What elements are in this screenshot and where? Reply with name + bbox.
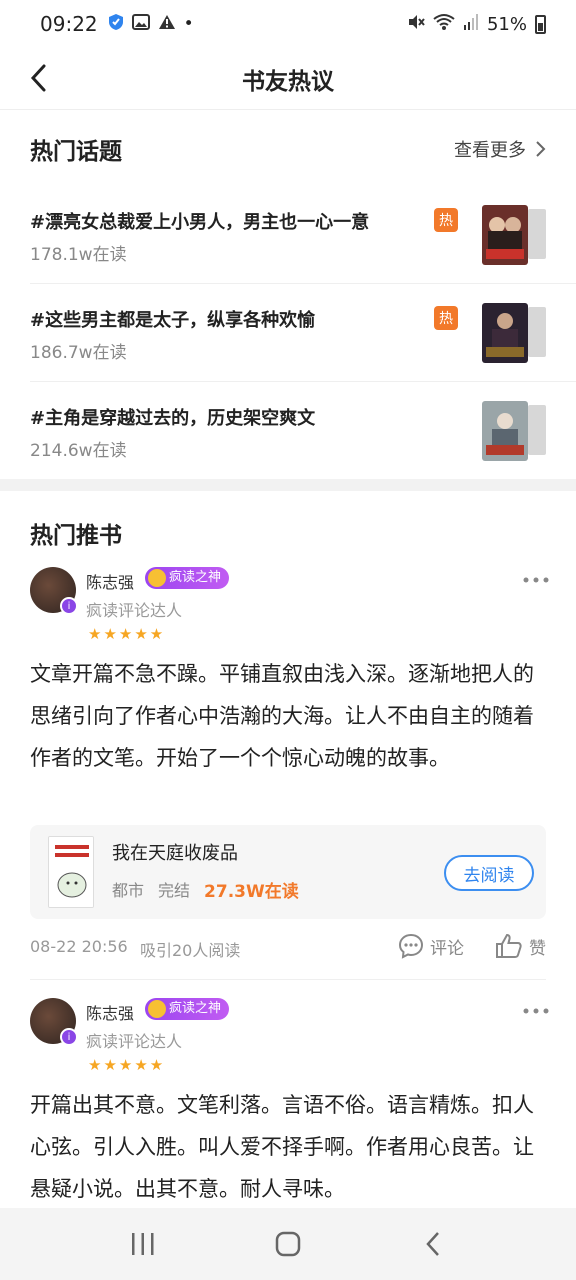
like-label: 赞: [529, 938, 546, 959]
topic-item[interactable]: #漂亮女总裁爱上小男人，男主也一心一意 178.1w在读 热: [30, 196, 546, 294]
topic-title: #漂亮女总裁爱上小男人，男主也一心一意: [30, 212, 370, 233]
review-card: i 陈志强 疯读之神 疯读评论达人 ★★★★★ 开篇出其不意。文笔利落。言语不俗…: [30, 998, 549, 1208]
book-cover: [482, 205, 528, 265]
book-card[interactable]: 我在天庭收废品 都市 完结 27.3W在读 去阅读: [30, 825, 546, 919]
battery-icon: [535, 14, 546, 34]
topic-title: #主角是穿越过去的，历史架空爽文: [30, 408, 316, 429]
topic-book-covers: [482, 205, 546, 265]
hot-topics-title: 热门话题: [30, 139, 122, 165]
verified-icon: i: [60, 597, 78, 615]
book-title: 我在天庭收废品: [112, 843, 238, 864]
signal-icon: [463, 13, 479, 36]
system-nav-bar: [0, 1208, 576, 1280]
topic-reads: 178.1w在读: [30, 245, 127, 265]
mute-icon: [407, 13, 425, 36]
divider: [30, 979, 546, 980]
level-badge: 疯读之神: [145, 567, 230, 589]
level-badge: 疯读之神: [145, 998, 230, 1020]
system-back-button[interactable]: [403, 1224, 463, 1264]
topic-reads: 214.6w在读: [30, 441, 127, 461]
book-reads: 27.3W在读: [204, 882, 299, 902]
review-text: 开篇出其不意。文笔利落。言语不俗。语言精炼。扣人心弦。引人入胜。叫人爱不择手啊。…: [30, 1093, 534, 1201]
book-status: 完结: [158, 881, 191, 900]
avatar[interactable]: i: [30, 998, 78, 1046]
like-button[interactable]: 赞: [495, 933, 546, 959]
review-text: 文章开篇不急不躁。平铺直叙由浅入深。逐渐地把人的思绪引向了作者心中浩瀚的大海。让…: [30, 662, 534, 770]
topic-book-covers: [482, 401, 546, 461]
topic-title: #这些男主都是太子，纵享各种欢愉: [30, 310, 316, 331]
medal-icon: [148, 569, 166, 587]
thumbs-up-icon: [496, 933, 522, 958]
reviewer-name[interactable]: 陈志强: [86, 1000, 134, 1024]
see-more-label: 查看更多: [454, 140, 526, 161]
reviewer-subtitle: 疯读评论达人: [86, 601, 183, 620]
hot-badge: 热: [434, 208, 458, 232]
see-more-button[interactable]: 查看更多: [454, 136, 546, 162]
nav-bar: 书友热议: [0, 48, 576, 110]
warning-icon: [158, 14, 176, 35]
comment-label: 评论: [430, 938, 464, 959]
topic-item[interactable]: #主角是穿越过去的，历史架空爽文 214.6w在读: [30, 392, 546, 490]
hot-books-title: 热门推书: [30, 523, 122, 549]
book-cover: [482, 401, 528, 461]
section-separator: [0, 479, 576, 491]
image-icon: [131, 13, 150, 35]
page-title: 书友热议: [242, 68, 334, 95]
book-cover-back: [528, 405, 546, 455]
book-cover-back: [528, 209, 546, 259]
book-cover-back: [528, 307, 546, 357]
topic-book-covers: [482, 303, 546, 363]
more-options-button[interactable]: [522, 1002, 550, 1014]
hot-books-header: 热门推书: [30, 516, 546, 550]
reviewer-subtitle: 疯读评论达人: [86, 1032, 183, 1051]
dot-icon: •: [183, 14, 194, 34]
topic-item[interactable]: #这些男主都是太子，纵享各种欢愉 186.7w在读 热: [30, 294, 546, 392]
chevron-right-icon: [536, 141, 546, 157]
book-genre: 都市: [112, 881, 145, 900]
rating-stars: ★★★★★: [88, 625, 166, 643]
read-button[interactable]: 去阅读: [444, 855, 534, 891]
divider: [30, 283, 576, 284]
book-meta: 都市 完结 27.3W在读: [112, 877, 299, 902]
ellipsis-icon: [523, 577, 549, 583]
recent-apps-button[interactable]: [113, 1224, 173, 1264]
comment-button[interactable]: 评论: [398, 933, 464, 959]
status-bar: 09:22 • 51%: [0, 0, 576, 48]
hot-badge: 热: [434, 306, 458, 330]
book-cover: [48, 836, 94, 908]
status-time: 09:22: [40, 12, 98, 36]
attracted-readers: 吸引20人阅读: [140, 941, 241, 960]
home-icon: [275, 1231, 301, 1257]
avatar[interactable]: i: [30, 567, 78, 615]
comment-icon: [398, 933, 424, 959]
book-cover: [482, 303, 528, 363]
medal-icon: [148, 1000, 166, 1018]
divider: [30, 381, 576, 382]
verified-icon: i: [60, 1028, 78, 1046]
rating-stars: ★★★★★: [88, 1056, 166, 1074]
level-label: 疯读之神: [169, 1001, 222, 1016]
topic-reads: 186.7w在读: [30, 343, 127, 363]
reviewer-name[interactable]: 陈志强: [86, 569, 134, 593]
chevron-left-icon: [30, 64, 46, 92]
hot-topics-header: 热门话题 查看更多: [30, 132, 546, 166]
level-label: 疯读之神: [169, 570, 222, 585]
review-footer: 08-22 20:56 吸引20人阅读 评论 赞: [30, 933, 546, 963]
back-arrow-icon: [426, 1232, 440, 1256]
back-button[interactable]: [22, 60, 58, 96]
review-card: i 陈志强 疯读之神 疯读评论达人 ★★★★★ 文章开篇不急不躁。平铺直叙由浅入…: [30, 567, 549, 977]
more-options-button[interactable]: [522, 571, 550, 583]
battery-percent: 51%: [486, 13, 527, 35]
home-button[interactable]: [258, 1224, 318, 1264]
review-date: 08-22 20:56: [30, 937, 128, 956]
shield-icon: [108, 13, 124, 36]
recent-apps-icon: [131, 1233, 154, 1255]
ellipsis-icon: [523, 1008, 549, 1014]
wifi-icon: [433, 13, 455, 36]
